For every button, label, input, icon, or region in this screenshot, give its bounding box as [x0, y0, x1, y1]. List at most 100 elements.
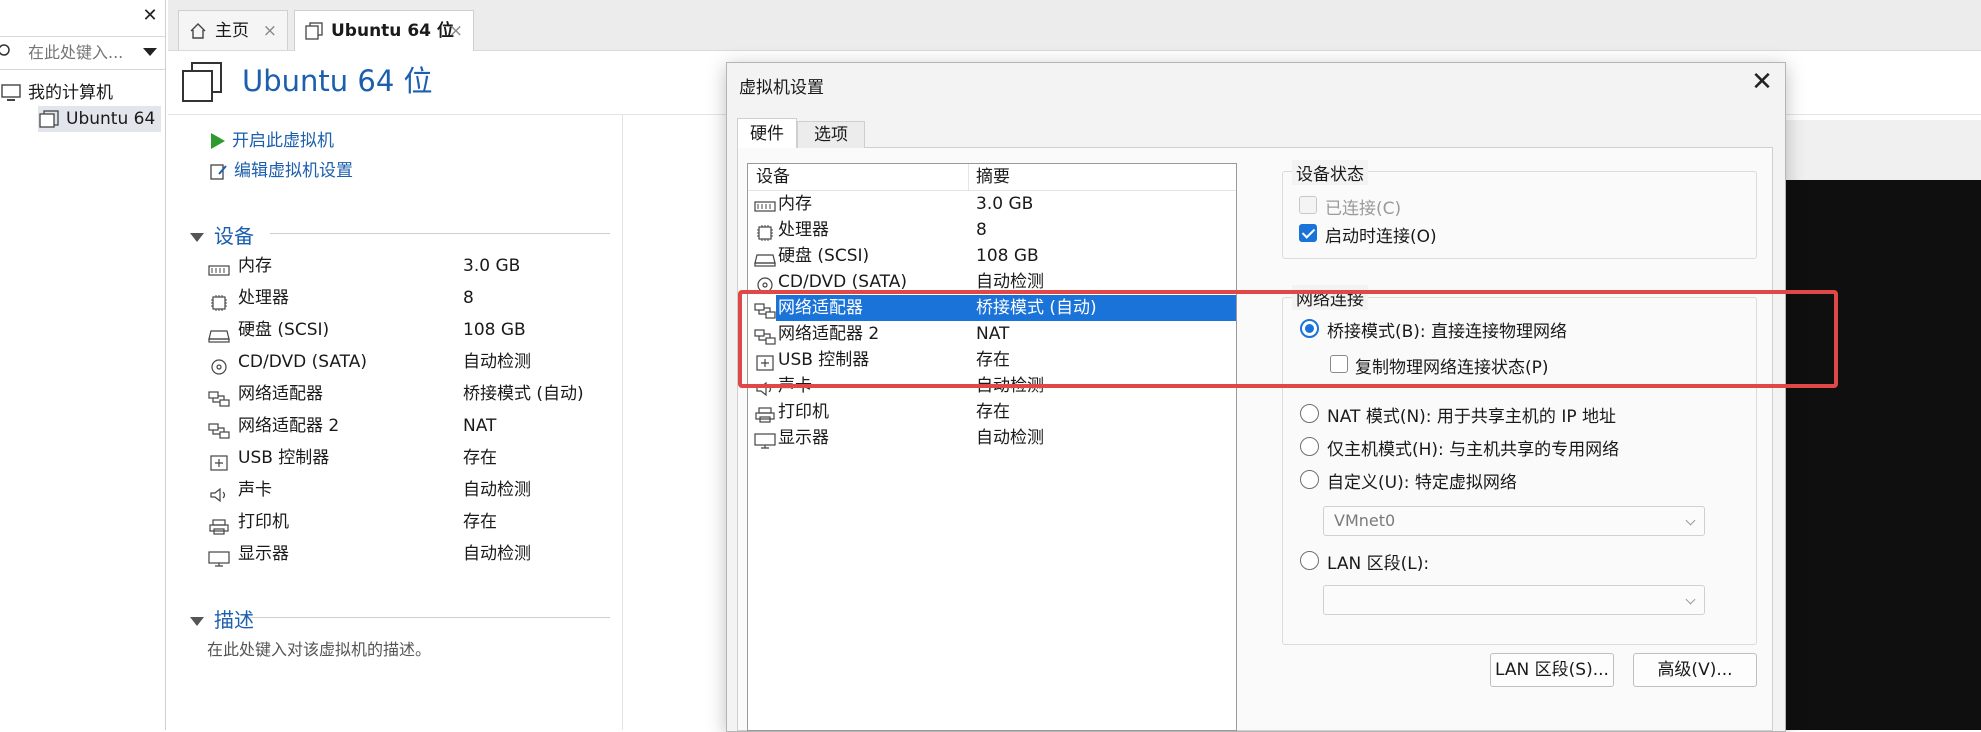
tab-options[interactable]: 选项 — [797, 121, 865, 148]
device-row[interactable]: CD/DVD (SATA) 自动检测 — [208, 346, 618, 378]
device-value: NAT — [463, 416, 497, 436]
memory-icon — [208, 258, 230, 276]
host-only-radio[interactable] — [1300, 437, 1319, 456]
device-row[interactable]: 显示器 自动检测 — [208, 538, 618, 570]
group-label: 设备状态 — [1292, 160, 1368, 185]
table-row[interactable]: 处理器 8 — [748, 217, 1236, 243]
printer-icon — [754, 405, 776, 423]
tree-item-ubuntu[interactable]: Ubuntu 64 — [38, 106, 162, 132]
display-icon — [208, 546, 230, 567]
device-value: 自动检测 — [463, 352, 531, 372]
column-header-device[interactable]: 设备 — [756, 164, 790, 190]
device-row[interactable]: 硬盘 (SCSI) 108 GB — [208, 314, 618, 346]
custom-network-value: VMnet0 — [1334, 511, 1396, 530]
tab-label: 主页 — [215, 21, 249, 41]
network-icon — [208, 386, 230, 407]
connect-at-power-on-checkbox[interactable] — [1299, 224, 1317, 242]
chevron-down-icon — [1685, 515, 1696, 526]
device-row[interactable]: 网络适配器 2 NAT — [208, 410, 618, 442]
device-summary: 3.0 GB — [976, 194, 1034, 214]
device-name: 内存 — [238, 256, 272, 276]
nat-radio[interactable] — [1300, 404, 1319, 423]
device-value: 8 — [463, 288, 474, 308]
tab-label: Ubuntu 64 位 — [331, 21, 454, 41]
table-row[interactable]: 打印机 存在 — [748, 399, 1236, 425]
description-section-header[interactable]: 描述 — [190, 604, 254, 633]
device-row[interactable]: 网络适配器 桥接模式 (自动) — [208, 378, 618, 410]
edit-vm-settings-link[interactable]: 编辑虚拟机设置 — [210, 156, 353, 182]
sound-icon — [208, 482, 230, 503]
edit-settings-icon — [210, 164, 227, 180]
hardware-table: 设备 摘要 内存 3.0 GB 处理器 8 硬盘 (SCSI) 108 GB CD/DVD … — [747, 163, 1237, 731]
table-row[interactable]: USB 控制器 存在 — [748, 347, 1236, 373]
library-close-button[interactable]: ✕ — [140, 6, 160, 26]
search-dropdown-icon[interactable] — [143, 48, 157, 56]
tree-item-my-computer[interactable]: 我的计算机 — [0, 80, 113, 106]
vm-icon — [305, 22, 323, 40]
device-row[interactable]: 声卡 自动检测 — [208, 474, 618, 506]
device-summary: 108 GB — [976, 246, 1039, 266]
nat-label: NAT 模式(N): 用于共享主机的 IP 地址 — [1327, 407, 1616, 427]
tab-close-button[interactable]: × — [263, 11, 277, 51]
close-icon[interactable]: ✕ — [1747, 67, 1777, 97]
library-pane: ✕ 我的计算机 Ubuntu 64 — [0, 0, 166, 730]
device-row[interactable]: USB 控制器 存在 — [208, 442, 618, 474]
cd-icon — [208, 354, 230, 375]
custom-network-select[interactable]: VMnet0 — [1323, 506, 1705, 536]
vm-screen-preview[interactable] — [1780, 180, 1981, 730]
device-summary: 自动检测 — [976, 272, 1044, 292]
device-row[interactable]: 处理器 8 — [208, 282, 618, 314]
device-row[interactable]: 打印机 存在 — [208, 506, 618, 538]
device-name: CD/DVD (SATA) — [238, 352, 367, 372]
library-search-input[interactable] — [28, 41, 128, 63]
device-name: 网络适配器 — [778, 298, 863, 318]
cpu-icon — [208, 290, 230, 311]
tab-ubuntu[interactable]: Ubuntu 64 位 × — [294, 10, 474, 51]
preview-background — [1780, 120, 1981, 180]
chevron-down-icon — [1685, 594, 1696, 605]
device-name: 处理器 — [238, 288, 289, 308]
table-row[interactable]: 网络适配器 桥接模式 (自动) — [748, 295, 1236, 321]
connected-checkbox[interactable] — [1299, 196, 1317, 214]
lan-segments-button[interactable]: LAN 区段(S)... — [1490, 653, 1614, 687]
device-value: 108 GB — [463, 320, 526, 340]
page-title: Ubuntu 64 位 — [242, 64, 433, 98]
replicate-state-checkbox[interactable] — [1330, 355, 1348, 373]
device-value: 存在 — [463, 512, 497, 532]
advanced-button[interactable]: 高级(V)... — [1633, 653, 1757, 687]
tab-close-button[interactable]: × — [449, 11, 463, 51]
device-name: CD/DVD (SATA) — [778, 272, 907, 292]
lan-segment-select[interactable] — [1323, 585, 1705, 615]
device-name: 网络适配器 — [238, 384, 323, 404]
table-row[interactable]: 内存 3.0 GB — [748, 191, 1236, 217]
device-name: 处理器 — [778, 220, 829, 240]
tab-hardware[interactable]: 硬件 — [737, 118, 797, 148]
column-header-summary[interactable]: 摘要 — [976, 164, 1010, 190]
table-row[interactable]: 声卡 自动检测 — [748, 373, 1236, 399]
device-summary: 自动检测 — [976, 428, 1044, 448]
lan-segment-radio[interactable] — [1300, 551, 1319, 570]
device-summary: 8 — [976, 220, 987, 240]
table-row[interactable]: 显示器 自动检测 — [748, 425, 1236, 451]
collapse-icon — [190, 233, 204, 242]
memory-icon — [754, 197, 776, 213]
bridged-radio[interactable] — [1300, 319, 1319, 338]
device-name: 网络适配器 2 — [238, 416, 340, 436]
devices-section-header[interactable]: 设备 — [190, 220, 254, 249]
custom-radio[interactable] — [1300, 470, 1319, 489]
connect-at-power-on-label: 启动时连接(O) — [1325, 227, 1437, 247]
table-row[interactable]: 网络适配器 2 NAT — [748, 321, 1236, 347]
table-row[interactable]: 硬盘 (SCSI) 108 GB — [748, 243, 1236, 269]
device-row[interactable]: 内存 3.0 GB — [208, 250, 618, 282]
tab-home[interactable]: 主页 × — [178, 10, 288, 50]
start-vm-link[interactable]: 开启此虚拟机 — [210, 126, 334, 152]
table-row[interactable]: CD/DVD (SATA) 自动检测 — [748, 269, 1236, 295]
column-separator[interactable] — [968, 164, 969, 190]
cpu-icon — [754, 223, 776, 241]
computer-icon — [0, 84, 22, 102]
device-name: 打印机 — [238, 512, 289, 532]
description-text[interactable]: 在此处键入对该虚拟机的描述。 — [207, 636, 431, 660]
device-name: 显示器 — [778, 428, 829, 448]
device-summary: 存在 — [976, 350, 1010, 370]
device-name: 网络适配器 2 — [778, 324, 880, 344]
